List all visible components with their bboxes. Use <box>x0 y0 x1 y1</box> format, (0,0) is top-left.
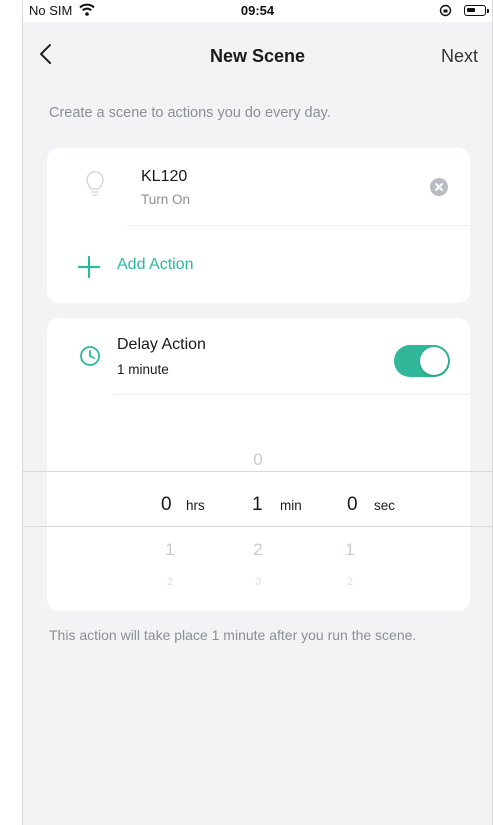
navigation-bar: New Scene Next <box>23 22 492 92</box>
status-bar: No SIM 09:54 <box>23 0 492 22</box>
actions-card: KL120 Turn On Add Action <box>47 148 470 303</box>
delay-action-value: 1 minute <box>117 362 169 377</box>
device-action: Turn On <box>141 192 191 207</box>
close-icon <box>435 183 443 191</box>
scene-description: Create a scene to actions you do every d… <box>49 105 331 121</box>
orientation-lock-icon <box>439 4 452 20</box>
picker-min-selected: 1 <box>252 494 263 515</box>
delay-action-title: Delay Action <box>117 336 206 353</box>
picker-sec-selected: 0 <box>347 494 358 515</box>
status-time: 09:54 <box>240 3 275 18</box>
picker-hrs-below: 1 <box>165 540 175 559</box>
bulb-icon <box>85 170 105 200</box>
divider <box>113 394 470 395</box>
picker-sec-below2: 2 <box>346 576 354 588</box>
add-action-label: Add Action <box>117 256 194 273</box>
next-button[interactable]: Next <box>441 46 478 67</box>
delay-footer-note: This action will take place 1 minute aft… <box>49 627 417 643</box>
delay-card: Delay Action 1 minute 0 hrs 1 2 0 1 min … <box>23 318 492 611</box>
picker-min-below2: 3 <box>254 576 262 588</box>
page-title: New Scene <box>209 46 306 66</box>
device-name: KL120 <box>141 168 188 185</box>
picker-selection-top-line <box>23 471 492 472</box>
phone-screen: No SIM 09:54 New Scene Next Create a sce… <box>22 0 493 825</box>
picker-selection-bottom-line <box>23 526 492 527</box>
toggle-knob <box>420 347 448 375</box>
remove-action-button[interactable] <box>430 178 448 196</box>
battery-icon <box>464 5 489 16</box>
divider <box>127 225 470 226</box>
picker-sec-below: 1 <box>345 540 355 559</box>
picker-min-above: 0 <box>253 450 263 469</box>
clock-icon <box>79 345 101 367</box>
picker-sec-unit: sec <box>374 498 396 513</box>
picker-hrs-selected: 0 <box>161 494 172 515</box>
picker-min-unit: min <box>280 498 302 513</box>
picker-min-below: 2 <box>253 540 263 559</box>
picker-hrs-below2: 2 <box>166 576 174 588</box>
plus-icon <box>77 255 101 279</box>
picker-hrs-unit: hrs <box>186 498 205 513</box>
delay-toggle[interactable] <box>394 345 450 377</box>
